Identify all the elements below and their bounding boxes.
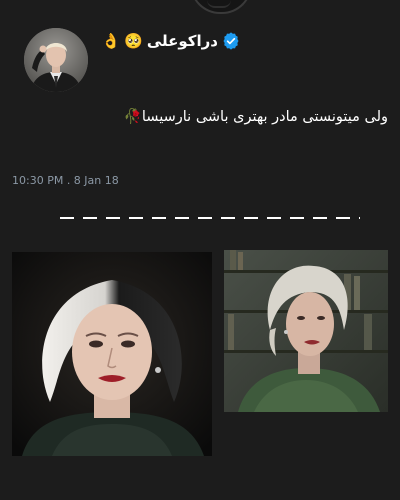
portrait-left-image bbox=[12, 252, 212, 456]
avatar-image bbox=[24, 28, 88, 92]
portrait-right[interactable] bbox=[224, 250, 388, 412]
timestamp[interactable]: 10:30 PM . 8 Jan 18 bbox=[12, 174, 119, 187]
pleading-face-emoji: 🥺 bbox=[124, 32, 143, 50]
ok-hand-emoji: 👌 bbox=[101, 32, 121, 50]
avatar[interactable] bbox=[24, 28, 88, 92]
verified-badge-icon bbox=[223, 32, 239, 50]
tweet-text: ولی میتونستی مادر بهتری باشی نارسیسا🥀 bbox=[123, 109, 388, 125]
tweet-screenshot: 👌 🥺 دراکوعلی ولی میتونستی مادر بهتری باش… bbox=[0, 0, 400, 500]
name-row[interactable]: 👌 🥺 دراکوعلی bbox=[101, 30, 240, 52]
dashed-divider bbox=[60, 217, 360, 219]
portrait-right-image bbox=[224, 250, 388, 412]
portrait-left[interactable] bbox=[12, 252, 212, 456]
display-name[interactable]: دراکوعلی bbox=[147, 32, 218, 50]
